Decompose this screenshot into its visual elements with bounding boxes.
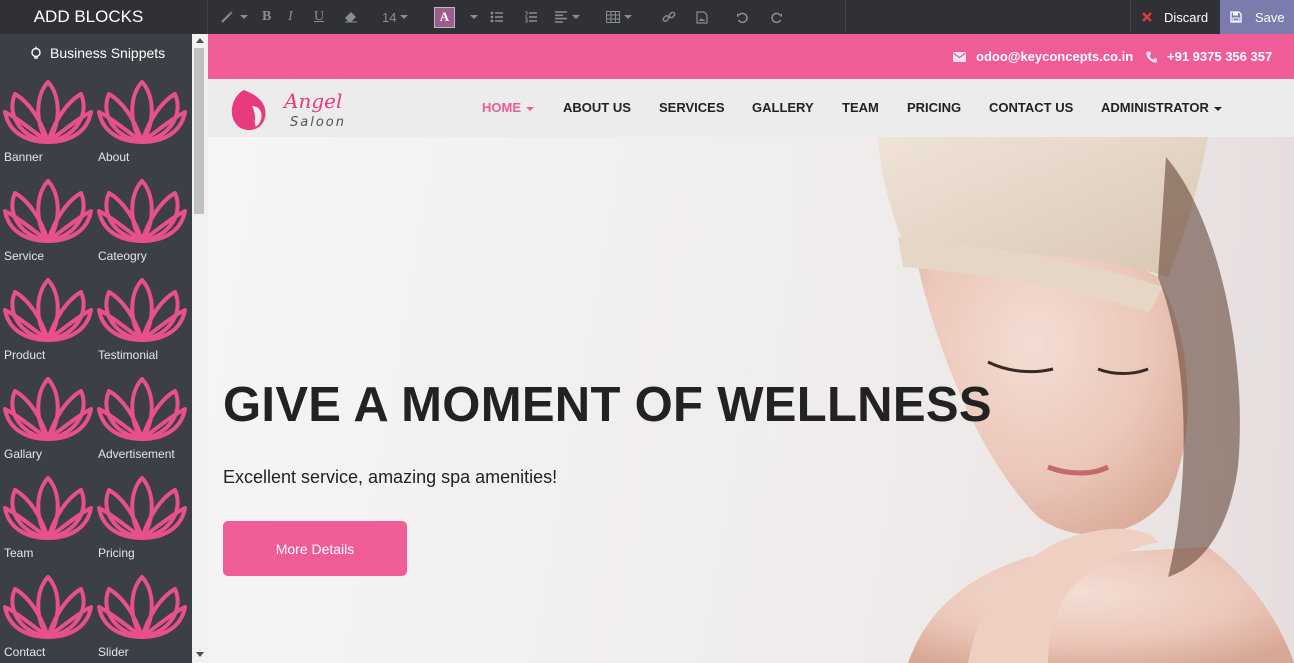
editor-toolbar: ADD BLOCKS B I U 14 A Discard Save — [0, 0, 1294, 34]
snippet-service[interactable]: Service — [0, 171, 94, 270]
lightbulb-icon — [31, 46, 41, 59]
font-size-select[interactable]: 14 — [382, 0, 434, 34]
unordered-list-icon[interactable] — [490, 0, 524, 34]
snippets-panel: Business Snippets Banner About Service Cate… — [0, 34, 208, 663]
ordered-list-icon[interactable] — [524, 0, 554, 34]
nav-team[interactable]: TEAM — [842, 100, 879, 115]
snippet-contact[interactable]: Contact — [0, 567, 94, 663]
envelope-icon — [953, 51, 966, 62]
formatting-tools: B I U 14 A — [208, 0, 846, 34]
website-preview: odoo@keyconcepts.co.in +91 9375 356 357 … — [208, 34, 1294, 663]
logo-text-saloon: Saloon — [290, 115, 346, 130]
snippet-label: Slider — [98, 645, 129, 659]
image-icon[interactable] — [696, 0, 736, 34]
discard-button[interactable]: Discard — [1130, 0, 1219, 34]
save-label: Save — [1255, 9, 1285, 25]
snippet-label: About — [98, 150, 130, 164]
undo-icon[interactable] — [736, 0, 770, 34]
snippet-label: Pricing — [98, 546, 135, 560]
lotus-icon — [3, 278, 93, 342]
scroll-down-arrow-icon[interactable] — [196, 652, 204, 657]
snippet-team[interactable]: Team — [0, 468, 94, 567]
lotus-icon — [3, 575, 93, 639]
phone-text: +91 9375 356 357 — [1167, 49, 1273, 64]
snippet-label: Banner — [4, 150, 43, 164]
magic-wand-icon[interactable] — [220, 0, 262, 34]
nav-contact-us[interactable]: CONTACT US — [989, 100, 1073, 115]
italic-icon[interactable]: I — [288, 0, 314, 34]
contact-topbar: odoo@keyconcepts.co.in +91 9375 356 357 — [208, 34, 1294, 79]
lotus-icon — [3, 179, 93, 243]
site-navbar: Angel Saloon HOME ABOUT US SERVICES GALL… — [208, 79, 1294, 137]
snippet-product[interactable]: Product — [0, 270, 94, 369]
lotus-icon — [3, 377, 93, 441]
phone-contact[interactable]: +91 9375 356 357 — [1146, 49, 1272, 64]
close-icon — [1142, 12, 1152, 22]
hero-banner: GIVE A MOMENT OF WELLNESS Excellent serv… — [208, 137, 1294, 663]
snippet-banner[interactable]: Banner — [0, 72, 94, 171]
eraser-icon[interactable] — [344, 0, 382, 34]
snippet-category-header[interactable]: Business Snippets — [0, 34, 208, 72]
angel-saloon-logo[interactable]: Angel Saloon — [228, 84, 368, 134]
lotus-icon — [97, 575, 187, 639]
bold-icon[interactable]: B — [262, 0, 288, 34]
snippet-label: Product — [4, 348, 46, 362]
nav-home-label: HOME — [482, 100, 521, 115]
nav-pricing[interactable]: PRICING — [907, 100, 961, 115]
snippet-label: Contact — [4, 645, 46, 659]
more-details-button[interactable]: More Details — [223, 521, 407, 576]
snippet-cateogry[interactable]: Cateogry — [94, 171, 188, 270]
lotus-icon — [3, 476, 93, 540]
snippet-about[interactable]: About — [94, 72, 188, 171]
nav-services[interactable]: SERVICES — [659, 100, 725, 115]
snippet-pricing[interactable]: Pricing — [94, 468, 188, 567]
snippet-label: Team — [4, 546, 34, 560]
nav-gallery[interactable]: GALLERY — [752, 100, 814, 115]
logo-text-angel: Angel — [282, 89, 342, 113]
lotus-icon — [97, 377, 187, 441]
lotus-icon — [97, 179, 187, 243]
text-color-icon[interactable]: A — [434, 0, 466, 34]
add-blocks-title: ADD BLOCKS — [0, 0, 208, 34]
redo-icon[interactable] — [770, 0, 800, 34]
floppy-disk-icon — [1230, 11, 1242, 23]
hero-subtitle: Excellent service, amazing spa amenities… — [223, 467, 558, 487]
snippet-gallary[interactable]: Gallary — [0, 369, 94, 468]
snippet-advertisement[interactable]: Advertisement — [94, 369, 188, 468]
snippet-label: Gallary — [4, 447, 43, 461]
nav-about-us[interactable]: ABOUT US — [563, 100, 631, 115]
hero-title: GIVE A MOMENT OF WELLNESS — [223, 378, 992, 432]
phone-icon — [1146, 51, 1157, 63]
email-contact[interactable]: odoo@keyconcepts.co.in — [953, 49, 1133, 64]
snippet-testimonial[interactable]: Testimonial — [94, 270, 188, 369]
table-icon[interactable] — [606, 0, 662, 34]
lotus-icon — [97, 278, 187, 342]
snippet-label: Service — [4, 249, 45, 263]
discard-label: Discard — [1164, 9, 1209, 25]
snippet-slider[interactable]: Slider — [94, 567, 188, 663]
snippet-category-label: Business Snippets — [50, 45, 166, 61]
save-button[interactable]: Save — [1220, 0, 1294, 34]
nav-administrator[interactable]: ADMINISTRATOR — [1101, 100, 1222, 115]
chevron-down-icon — [1213, 106, 1222, 111]
snippet-label: Cateogry — [98, 249, 147, 263]
underline-icon[interactable]: U — [314, 0, 344, 34]
link-icon[interactable] — [662, 0, 696, 34]
lotus-icon — [3, 80, 93, 144]
email-text: odoo@keyconcepts.co.in — [976, 49, 1134, 64]
sidebar-scrollbar[interactable] — [192, 34, 208, 663]
lotus-icon — [97, 476, 187, 540]
nav-home[interactable]: HOME — [482, 100, 534, 115]
lotus-icon — [97, 80, 187, 144]
snippet-label: Testimonial — [98, 348, 159, 362]
snippet-label: Advertisement — [98, 447, 175, 461]
font-size-value: 14 — [382, 9, 397, 25]
scrollbar-thumb[interactable] — [194, 48, 204, 214]
color-dropdown-caret[interactable] — [466, 0, 490, 34]
chevron-down-icon — [526, 106, 534, 111]
scroll-up-arrow-icon[interactable] — [196, 38, 204, 43]
align-icon[interactable] — [554, 0, 606, 34]
nav-administrator-label: ADMINISTRATOR — [1101, 100, 1209, 115]
